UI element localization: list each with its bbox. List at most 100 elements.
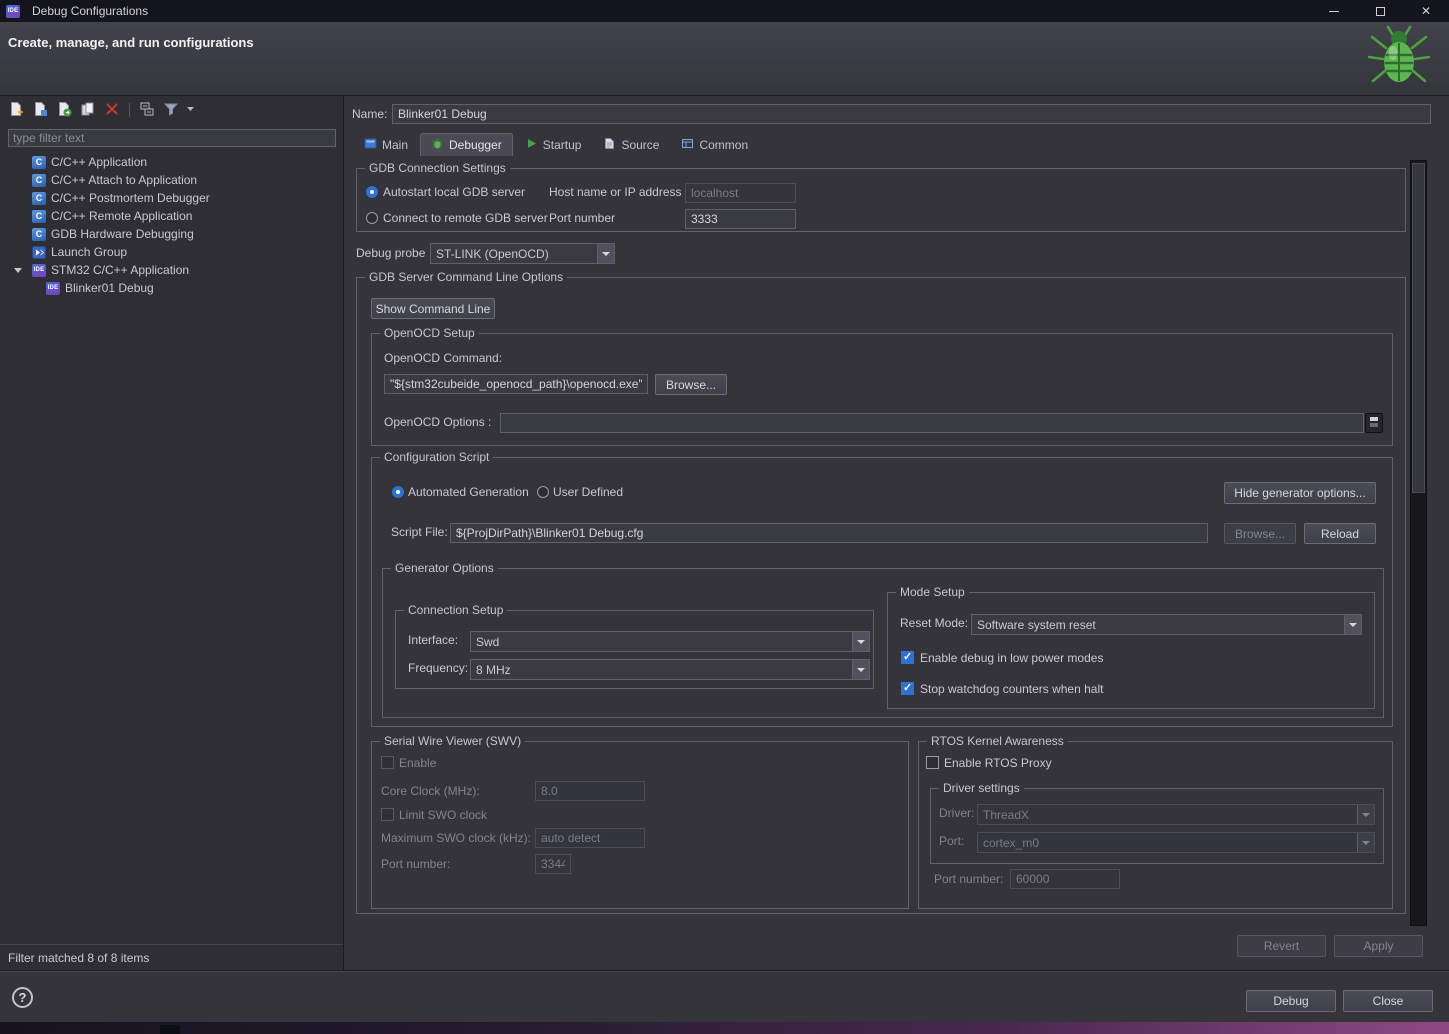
new-prototype-button[interactable] xyxy=(30,100,50,120)
automated-generation-radio[interactable] xyxy=(392,486,404,498)
desktop-background xyxy=(0,1022,1449,1034)
rtos-proxy-checkbox[interactable] xyxy=(926,756,939,769)
new-configuration-button[interactable] xyxy=(6,100,26,120)
script-file-input[interactable] xyxy=(450,523,1208,543)
configs-sidebar: C C/C++ Application C C/C++ Attach to Ap… xyxy=(0,96,344,970)
tree-item-cpp-remote[interactable]: C C/C++ Remote Application xyxy=(0,207,343,225)
app-icon: IDE xyxy=(6,4,20,18)
scrollbar-thumb[interactable] xyxy=(1412,163,1425,493)
close-window-button[interactable]: ✕ xyxy=(1403,0,1449,22)
tree-item-cpp-postmortem[interactable]: C C/C++ Postmortem Debugger xyxy=(0,189,343,207)
source-tab-icon xyxy=(603,137,616,153)
script-browse-button: Browse... xyxy=(1224,523,1296,544)
interface-select[interactable]: Swd xyxy=(470,631,870,652)
openocd-browse-button[interactable]: Browse... xyxy=(655,374,727,395)
host-label: Host name or IP address xyxy=(549,185,682,199)
reset-mode-select[interactable]: Software system reset xyxy=(971,614,1362,635)
tab-startup[interactable]: Startup xyxy=(515,133,592,156)
rtos-group: RTOS Kernel Awareness Enable RTOS Proxy … xyxy=(918,734,1393,909)
tab-source[interactable]: Source xyxy=(593,133,669,156)
group-title: RTOS Kernel Awareness xyxy=(927,734,1068,748)
frequency-label: Frequency: xyxy=(408,661,469,675)
debug-probe-select[interactable]: ST-LINK (OpenOCD) xyxy=(430,243,615,264)
host-input xyxy=(685,183,796,203)
tree-item-cpp-application[interactable]: C C/C++ Application xyxy=(0,153,343,171)
group-title: Driver settings xyxy=(939,781,1024,795)
variables-icon xyxy=(1369,416,1379,431)
debug-button[interactable]: Debug xyxy=(1246,990,1336,1012)
gdb-port-input[interactable] xyxy=(685,209,796,229)
delete-icon xyxy=(104,101,120,120)
swv-port-label: Port number: xyxy=(381,857,451,871)
tree-item-blinker01-debug[interactable]: IDE Blinker01 Debug xyxy=(0,279,343,297)
rtos-port-label: Port: xyxy=(939,834,965,848)
debug-probe-value: ST-LINK (OpenOCD) xyxy=(436,246,549,261)
generator-options-group: Generator Options Connection Setup Inter… xyxy=(382,561,1384,718)
frequency-select[interactable]: 8 MHz xyxy=(470,659,870,680)
show-command-line-button[interactable]: Show Command Line xyxy=(371,298,495,319)
tree-item-cpp-attach[interactable]: C C/C++ Attach to Application xyxy=(0,171,343,189)
export-configurations-button[interactable] xyxy=(54,100,74,120)
filter-icon xyxy=(163,101,179,120)
openocd-options-input[interactable] xyxy=(500,413,1364,433)
tree-item-stm32-application[interactable]: IDE STM32 C/C++ Application xyxy=(0,261,343,279)
minimize-icon xyxy=(1329,10,1339,12)
hide-generator-options-button[interactable]: Hide generator options... xyxy=(1224,482,1376,504)
group-title: Connection Setup xyxy=(404,603,508,617)
swv-group: Serial Wire Viewer (SWV) Enable Core Clo… xyxy=(371,734,909,909)
reload-button[interactable]: Reload xyxy=(1304,523,1376,544)
watchdog-label: Stop watchdog counters when halt xyxy=(920,682,1104,696)
tree-item-label: GDB Hardware Debugging xyxy=(51,227,194,241)
close-button[interactable]: Close xyxy=(1343,990,1433,1012)
chevron-down-icon xyxy=(852,660,869,679)
button-label: Hide generator options... xyxy=(1234,486,1366,500)
user-defined-radio[interactable] xyxy=(537,486,549,498)
revert-button: Revert xyxy=(1237,935,1326,957)
remote-gdb-radio[interactable] xyxy=(366,212,378,224)
openocd-command-label: OpenOCD Command: xyxy=(384,351,503,365)
swv-enable-checkbox xyxy=(381,756,394,769)
group-title: Serial Wire Viewer (SWV) xyxy=(380,734,526,748)
autostart-gdb-radio[interactable] xyxy=(366,186,378,198)
filter-input[interactable] xyxy=(8,129,336,147)
swv-port-input xyxy=(535,854,571,874)
delete-configuration-button[interactable] xyxy=(102,100,122,120)
openocd-command-input[interactable] xyxy=(384,374,648,394)
group-title: GDB Server Command Line Options xyxy=(365,270,568,284)
variables-button[interactable] xyxy=(1365,413,1383,433)
tab-main[interactable]: Main xyxy=(354,133,418,156)
chevron-down-icon xyxy=(1357,833,1374,852)
debug-bug-icon xyxy=(1367,24,1431,93)
new-configuration-icon xyxy=(8,101,24,120)
tab-common[interactable]: Common xyxy=(671,133,758,156)
tab-label: Common xyxy=(699,137,749,152)
minimize-button[interactable] xyxy=(1311,0,1357,22)
window-controls: ✕ xyxy=(1311,0,1449,22)
openocd-options-label: OpenOCD Options : xyxy=(384,415,492,429)
view-menu-button[interactable] xyxy=(185,100,197,120)
expand-chevron-icon[interactable] xyxy=(14,267,22,273)
maximize-button[interactable] xyxy=(1357,0,1403,22)
button-label: Revert xyxy=(1263,939,1300,953)
scrollbar[interactable] xyxy=(1410,160,1427,926)
debug-probe-label: Debug probe xyxy=(356,246,426,260)
debugger-tab-icon xyxy=(431,137,444,153)
name-label: Name: xyxy=(352,107,388,121)
collapse-all-button[interactable] xyxy=(137,100,157,120)
rtos-port-number-input xyxy=(1010,869,1120,889)
group-title: OpenOCD Setup xyxy=(380,326,479,340)
tab-debugger[interactable]: Debugger xyxy=(420,133,513,156)
tree-item-launch-group[interactable]: Launch Group xyxy=(0,243,343,261)
driver-settings-group: Driver settings Driver: ThreadX Port: co… xyxy=(930,781,1384,864)
tree-item-label: C/C++ Remote Application xyxy=(51,209,193,223)
duplicate-configuration-button[interactable] xyxy=(78,100,98,120)
help-button[interactable]: ? xyxy=(12,987,33,1008)
tree-item-gdb-hardware[interactable]: C GDB Hardware Debugging xyxy=(0,225,343,243)
common-tab-icon xyxy=(681,137,694,153)
filter-button[interactable] xyxy=(161,100,181,120)
window-title: Debug Configurations xyxy=(32,4,149,18)
name-input[interactable] xyxy=(392,104,1431,124)
port-label: Port number xyxy=(549,211,616,225)
low-power-checkbox[interactable] xyxy=(901,650,914,664)
watchdog-checkbox[interactable] xyxy=(901,681,914,695)
